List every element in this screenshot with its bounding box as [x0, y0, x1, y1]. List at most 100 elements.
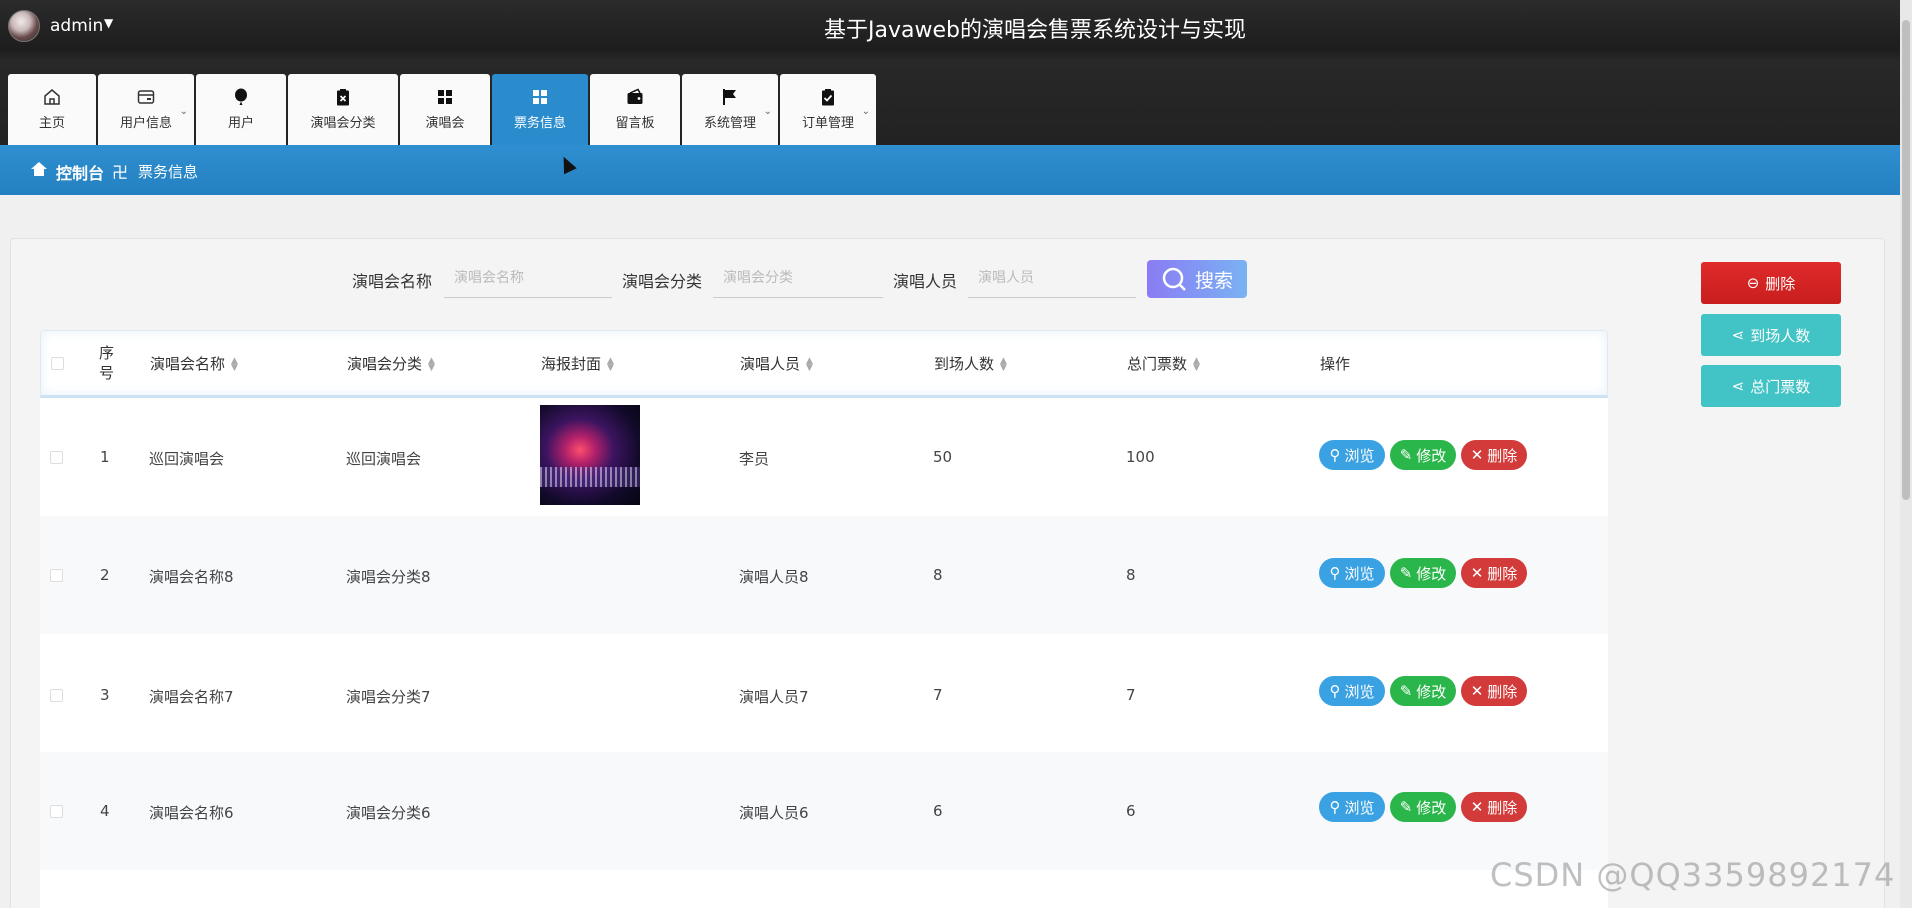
- tab-label: 演唱会: [425, 116, 465, 131]
- select-all-checkbox[interactable]: [51, 357, 64, 370]
- tab-label: 票务信息: [513, 116, 566, 131]
- tab-concert-category[interactable]: 演唱会分类: [288, 74, 398, 145]
- tab-ticket-info[interactable]: 票务信息: [492, 74, 588, 145]
- cell-name: 演唱会名称6: [149, 804, 234, 822]
- pencil-icon: ✎: [1399, 564, 1413, 582]
- column-header-total[interactable]: 总门票数 ▲ ▼: [1127, 353, 1200, 374]
- tab-label: 主页: [38, 116, 65, 131]
- tab-label: 留言板: [615, 116, 655, 131]
- cell-attendance: 50: [933, 448, 953, 466]
- pencil-icon: ✎: [1399, 798, 1413, 816]
- delete-button[interactable]: ✕ 删除: [1461, 558, 1527, 588]
- close-icon: ✕: [1470, 564, 1484, 582]
- sort-icon: ▲ ▼: [1193, 355, 1200, 373]
- cell-index: 3: [100, 686, 110, 704]
- total-tickets-chart-button[interactable]: ⋖ 总门票数: [1701, 365, 1841, 407]
- search-input-category[interactable]: [713, 258, 883, 298]
- minus-circle-icon: ⊖: [1746, 274, 1760, 292]
- search-icon: ⚲: [1329, 446, 1341, 464]
- tab-home[interactable]: 主页: [8, 74, 96, 145]
- column-header-attendance[interactable]: 到场人数 ▲ ▼: [934, 353, 1007, 374]
- breadcrumb-root[interactable]: 控制台: [56, 160, 104, 184]
- cell-total: 7: [1126, 686, 1136, 704]
- tab-order-management[interactable]: 订单管理 ⌄: [780, 74, 876, 145]
- search-label-name: 演唱会名称: [352, 272, 433, 291]
- grid-icon: [533, 90, 547, 104]
- cell-name: 演唱会名称7: [149, 688, 234, 706]
- cell-performer: 演唱人员8: [739, 568, 809, 586]
- sort-icon: ▲ ▼: [607, 355, 614, 373]
- cell-attendance: 8: [933, 566, 943, 584]
- edit-button[interactable]: ✎ 修改: [1390, 676, 1456, 706]
- search-input-name[interactable]: [444, 258, 612, 298]
- breadcrumb-separator: 卍: [112, 163, 129, 182]
- search-input-performer[interactable]: [968, 258, 1136, 298]
- table-header: 序号 演唱会名称 ▲ ▼ 演唱会分类 ▲ ▼ 海报封面 ▲ ▼ 演唱人员 ▲ ▼ 到场人数 ▲ ▼ …: [40, 330, 1608, 398]
- view-button[interactable]: ⚲ 浏览: [1319, 676, 1385, 706]
- cell-total: 8: [1126, 566, 1136, 584]
- view-button[interactable]: ⚲ 浏览: [1319, 792, 1385, 822]
- search-icon: ⚲: [1329, 798, 1341, 816]
- column-header-name[interactable]: 演唱会名称 ▲ ▼: [150, 353, 238, 374]
- breadcrumb-current: 票务信息: [138, 163, 199, 181]
- scrollbar-thumb[interactable]: [1902, 20, 1910, 500]
- column-header-poster[interactable]: 海报封面 ▲ ▼: [541, 353, 614, 374]
- wallet-icon: [137, 90, 155, 104]
- tab-concert[interactable]: 演唱会: [400, 74, 490, 145]
- search-icon: [1162, 267, 1186, 291]
- column-header-category[interactable]: 演唱会分类 ▲ ▼: [347, 353, 435, 374]
- tab-message-board[interactable]: 留言板: [590, 74, 680, 145]
- cell-total: 6: [1126, 802, 1136, 820]
- tab-system-management[interactable]: 系统管理 ⌄: [682, 74, 778, 145]
- search-icon: ⚲: [1329, 682, 1341, 700]
- tab-label: 用户信息: [119, 116, 172, 131]
- edit-button[interactable]: ✎ 修改: [1390, 558, 1456, 588]
- pencil-icon: ✎: [1399, 446, 1413, 464]
- row-checkbox[interactable]: [50, 689, 63, 702]
- home-icon: [44, 89, 60, 105]
- delete-button[interactable]: ✕ 删除: [1461, 440, 1527, 470]
- chevron-down-icon: ⌄: [861, 106, 870, 117]
- cell-category: 演唱会分类6: [346, 804, 431, 822]
- close-icon: ✕: [1470, 446, 1484, 464]
- sort-icon: ▲ ▼: [428, 355, 435, 373]
- sort-icon: ▲ ▼: [806, 355, 813, 373]
- close-icon: ✕: [1470, 682, 1484, 700]
- cell-category: 演唱会分类7: [346, 688, 431, 706]
- watermark: CSDN @QQ3359892174: [1490, 856, 1896, 894]
- cell-performer: 演唱人员6: [739, 804, 809, 822]
- home-icon: [31, 162, 47, 176]
- share-icon: ⋖: [1731, 377, 1745, 395]
- table-row: 3 演唱会名称7 演唱会分类7 演唱人员7 7 7 ⚲ 浏览 ✎ 修改 ✕ 删除: [40, 634, 1608, 752]
- main-nav: 主页 用户信息 ⌄ 用户 演唱会分类 演唱会 票务信息 留言板 系统管理 ⌄ 订…: [8, 74, 876, 145]
- search-button[interactable]: 搜索: [1147, 260, 1247, 298]
- column-header-performer[interactable]: 演唱人员 ▲ ▼: [740, 353, 813, 374]
- edit-button[interactable]: ✎ 修改: [1390, 792, 1456, 822]
- batch-delete-label: 删除: [1765, 274, 1796, 293]
- view-button[interactable]: ⚲ 浏览: [1319, 440, 1385, 470]
- attendance-chart-button[interactable]: ⋖ 到场人数: [1701, 314, 1841, 356]
- cell-category: 演唱会分类8: [346, 568, 431, 586]
- cell-name: 演唱会名称8: [149, 568, 234, 586]
- tab-user-info[interactable]: 用户信息 ⌄: [98, 74, 194, 145]
- tab-label: 系统管理: [703, 116, 756, 131]
- row-checkbox[interactable]: [50, 569, 63, 582]
- chevron-down-icon: ⌄: [179, 106, 188, 117]
- cell-attendance: 7: [933, 686, 943, 704]
- pencil-icon: ✎: [1399, 682, 1413, 700]
- cell-category: 巡回演唱会: [346, 450, 422, 468]
- cell-performer: 演唱人员7: [739, 688, 809, 706]
- edit-button[interactable]: ✎ 修改: [1390, 440, 1456, 470]
- poster-image[interactable]: [540, 405, 640, 505]
- tab-label: 演唱会分类: [310, 116, 376, 131]
- delete-button[interactable]: ✕ 删除: [1461, 792, 1527, 822]
- tab-users[interactable]: 用户: [196, 74, 286, 145]
- batch-delete-button[interactable]: ⊖ 删除: [1701, 262, 1841, 304]
- row-checkbox[interactable]: [50, 805, 63, 818]
- tab-label: 订单管理: [801, 116, 854, 131]
- row-checkbox[interactable]: [50, 451, 63, 464]
- delete-button[interactable]: ✕ 删除: [1461, 676, 1527, 706]
- cell-index: 2: [100, 566, 110, 584]
- view-button[interactable]: ⚲ 浏览: [1319, 558, 1385, 588]
- tab-label: 用户: [227, 116, 254, 131]
